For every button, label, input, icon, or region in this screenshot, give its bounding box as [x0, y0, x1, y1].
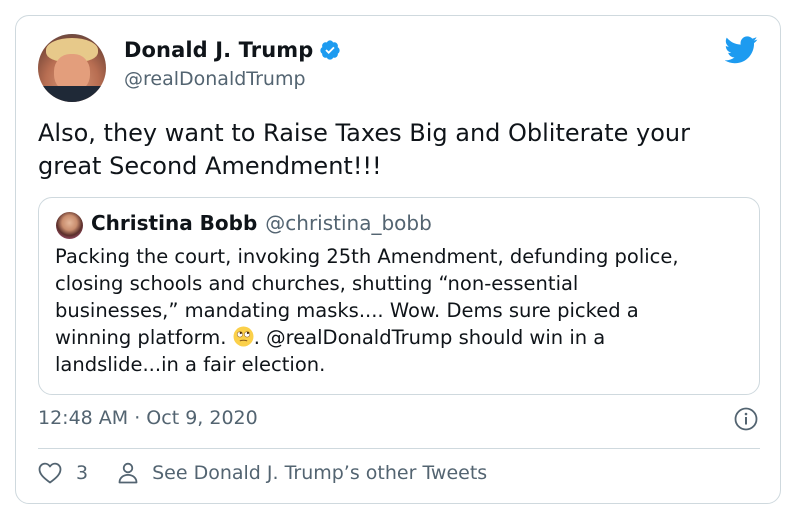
author-handle[interactable]: @realDonaldTrump	[124, 68, 306, 90]
quoted-text-fragment: winning platform.	[55, 326, 233, 349]
twitter-bird-icon[interactable]	[725, 36, 758, 64]
verified-badge-icon	[320, 40, 340, 60]
see-other-tweets-link[interactable]: See Donald J. Trump’s other Tweets	[118, 462, 487, 484]
like-button[interactable]: 3	[38, 462, 88, 484]
tweet-text-line: Also, they want to Raise Taxes Big and O…	[38, 119, 690, 147]
see-other-tweets-label: See Donald J. Trump’s other Tweets	[152, 462, 488, 484]
person-icon	[118, 462, 138, 484]
quoted-text-line: landslide...in a fair election.	[55, 353, 326, 376]
quoted-author-name: Christina Bobb	[91, 211, 258, 235]
quoted-text-fragment: . @realDonaldTrump should win in a	[253, 326, 606, 349]
like-count: 3	[76, 462, 89, 484]
info-icon[interactable]	[734, 407, 758, 431]
tweet-card: Donald J. Trump @realDonaldTrump Also, t…	[15, 15, 781, 504]
tweet-text-line: great Second Amendment!!!	[38, 152, 382, 180]
quoted-text-line: businesses,” mandating masks.... Wow. De…	[55, 299, 639, 322]
heart-icon	[38, 462, 62, 484]
face-with-rolling-eyes-icon	[233, 326, 254, 347]
divider	[38, 448, 760, 449]
quoted-tweet[interactable]: Christina Bobb @christina_bobb Packing t…	[38, 197, 760, 395]
tweet-text: Also, they want to Raise Taxes Big and O…	[38, 117, 768, 183]
quoted-text-line: Packing the court, invoking 25th Amendme…	[55, 245, 679, 268]
author-avatar[interactable]	[38, 34, 106, 102]
action-bar: 3 See Donald J. Trump’s other Tweets	[38, 462, 487, 484]
quoted-author-avatar[interactable]	[56, 212, 83, 239]
author-name[interactable]: Donald J. Trump	[124, 38, 313, 62]
quoted-author-handle: @christina_bobb	[265, 211, 432, 235]
quoted-text-line: winning platform. . @realDonaldTrump sho…	[55, 324, 745, 351]
quoted-author-row: Christina Bobb @christina_bobb	[91, 211, 432, 235]
author-name-row[interactable]: Donald J. Trump	[124, 38, 341, 62]
quoted-text-line: closing schools and churches, shutting “…	[55, 272, 579, 295]
quoted-tweet-text: Packing the court, invoking 25th Amendme…	[55, 243, 745, 378]
tweet-timestamp[interactable]: 12:48 AM · Oct 9, 2020	[38, 407, 258, 429]
